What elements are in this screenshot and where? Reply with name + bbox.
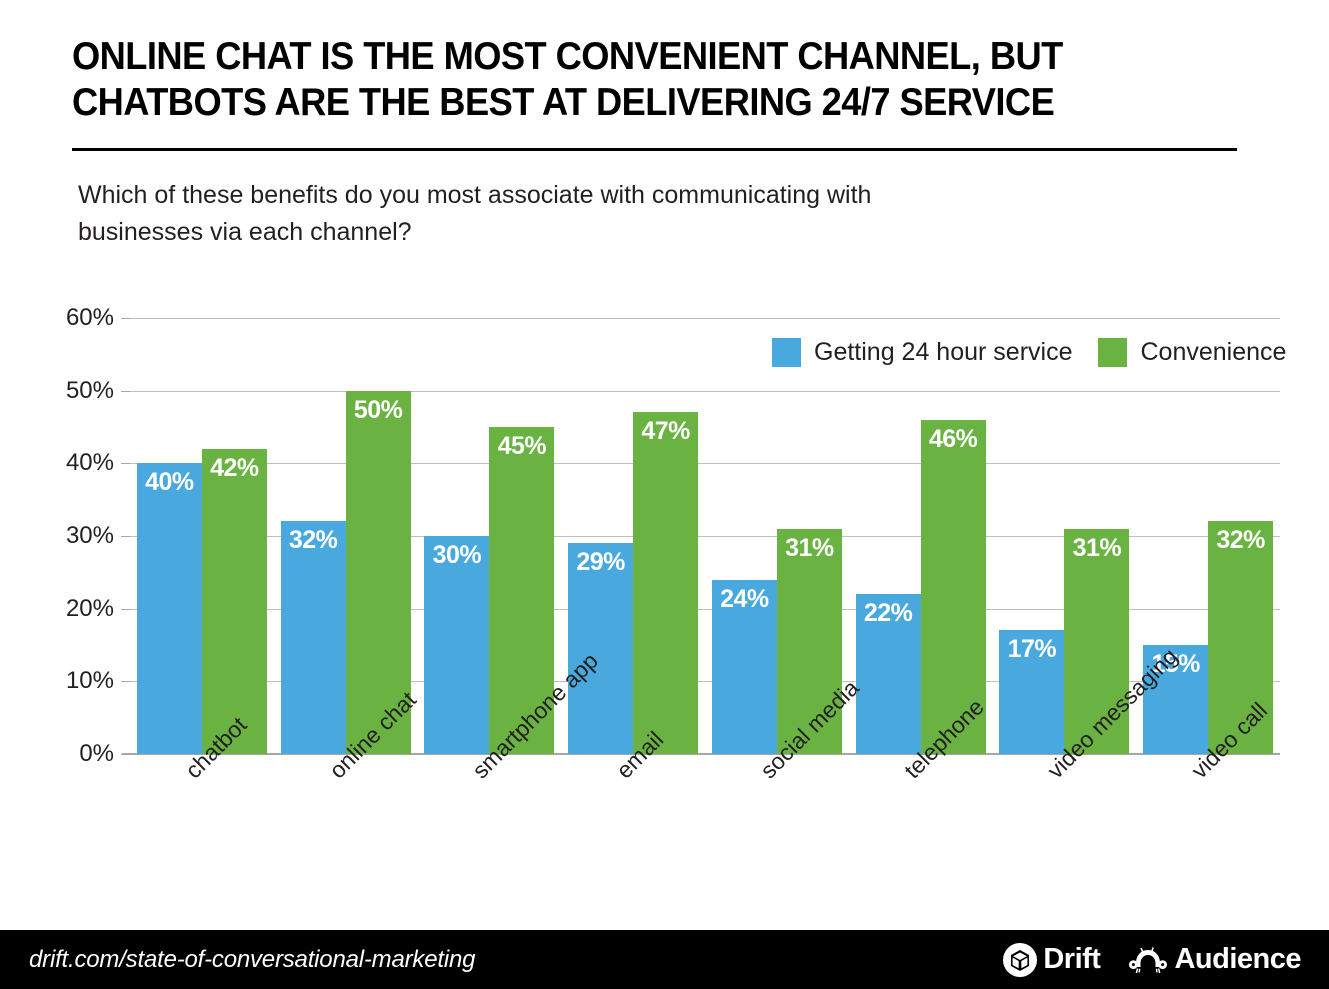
y-axis-tick-label: 10% (65, 667, 114, 695)
y-axis-tick (121, 318, 130, 319)
bar-value-label: 32% (1216, 526, 1265, 555)
audience-logo[interactable]: Audience (1128, 943, 1301, 976)
y-axis-tick-label: 50% (65, 376, 114, 404)
bar[interactable]: 24% (711, 579, 777, 754)
y-axis-tick-label: 40% (65, 449, 114, 477)
bar-value-label: 31% (785, 533, 834, 562)
bar[interactable]: 40% (136, 463, 202, 754)
logo-label: Audience (1174, 943, 1301, 975)
legend-swatch (1098, 338, 1128, 367)
legend-swatch (772, 338, 801, 367)
bar-group: 17% 31% (993, 318, 1137, 754)
y-axis-tick-label: 20% (65, 594, 114, 622)
drift-box-icon (1003, 942, 1038, 977)
y-axis-tick (121, 463, 130, 465)
bar-value-label: 30% (432, 541, 482, 569)
bar[interactable]: 29% (568, 543, 634, 754)
bars-layer: 40% 42% 32% 50% 30% 45% 29% 47% 24% 31% 22% 46% 17% 3… (130, 318, 1280, 754)
audience-robot-icon (1128, 944, 1168, 976)
bar-value-label: 31% (1072, 533, 1122, 562)
legend-label: Convenience (1140, 338, 1287, 366)
y-axis-tick (121, 608, 130, 610)
bar[interactable]: 42% (201, 448, 267, 754)
bar-group: 32% 50% (274, 318, 418, 754)
bar-group: 30% 45% (418, 318, 562, 754)
bar-group: 40% 42% (130, 318, 274, 754)
y-axis-tick-label: 30% (65, 522, 114, 549)
y-axis-tick-label: 60% (65, 304, 114, 331)
bar-group: 22% 46% (849, 318, 993, 754)
bar[interactable]: 17% (999, 630, 1065, 754)
plot-area: 0% 10% 20% 30% 40% 50% 60% 40% 42% 32% 50% 30% 45% 2… (66, 304, 1280, 767)
footer-source-url: drift.com/state-of-conversational-market… (29, 945, 476, 973)
bar-group: 15% 32% (1136, 318, 1280, 754)
bar-value-label: 47% (641, 417, 690, 446)
legend-item[interactable]: Convenience (1098, 338, 1286, 367)
chart-canvas: 0% 10% 20% 30% 40% 50% 60% 40% 42% 32% 50% 30% 45% 2… (0, 0, 1329, 900)
bar[interactable]: 30% (424, 536, 490, 754)
bar-value-label: 17% (1007, 635, 1057, 664)
bar[interactable]: 32% (280, 521, 346, 754)
bar-value-label: 24% (720, 584, 769, 613)
logo-label: Drift (1043, 943, 1101, 975)
bar-value-label: 45% (497, 432, 547, 460)
bar-value-label: 29% (576, 548, 625, 577)
bar-group: 29% 47% (561, 318, 705, 754)
footer-logos: Drift Audience (1003, 942, 1301, 977)
y-axis-tick (121, 536, 130, 537)
bar-value-label: 42% (210, 453, 259, 482)
y-axis-tick (121, 681, 130, 683)
bar[interactable]: 22% (855, 594, 921, 754)
footer-bar: drift.com/state-of-conversational-market… (0, 930, 1329, 989)
y-axis-tick-label: 0% (79, 740, 114, 767)
bar-value-label: 22% (863, 599, 913, 628)
chart-legend: Getting 24 hour service Convenience (772, 338, 1286, 367)
bar-value-label: 46% (928, 424, 978, 453)
legend-item[interactable]: Getting 24 hour service (772, 338, 1072, 367)
legend-label: Getting 24 hour service (814, 338, 1073, 366)
drift-logo[interactable]: Drift (1003, 942, 1101, 977)
bar-value-label: 40% (145, 468, 194, 497)
bar-value-label: 32% (288, 526, 338, 555)
bar-group: 24% 31% (705, 318, 849, 754)
y-axis-tick (121, 390, 130, 392)
bar-value-label: 50% (353, 395, 403, 424)
bar[interactable]: 47% (633, 412, 699, 754)
